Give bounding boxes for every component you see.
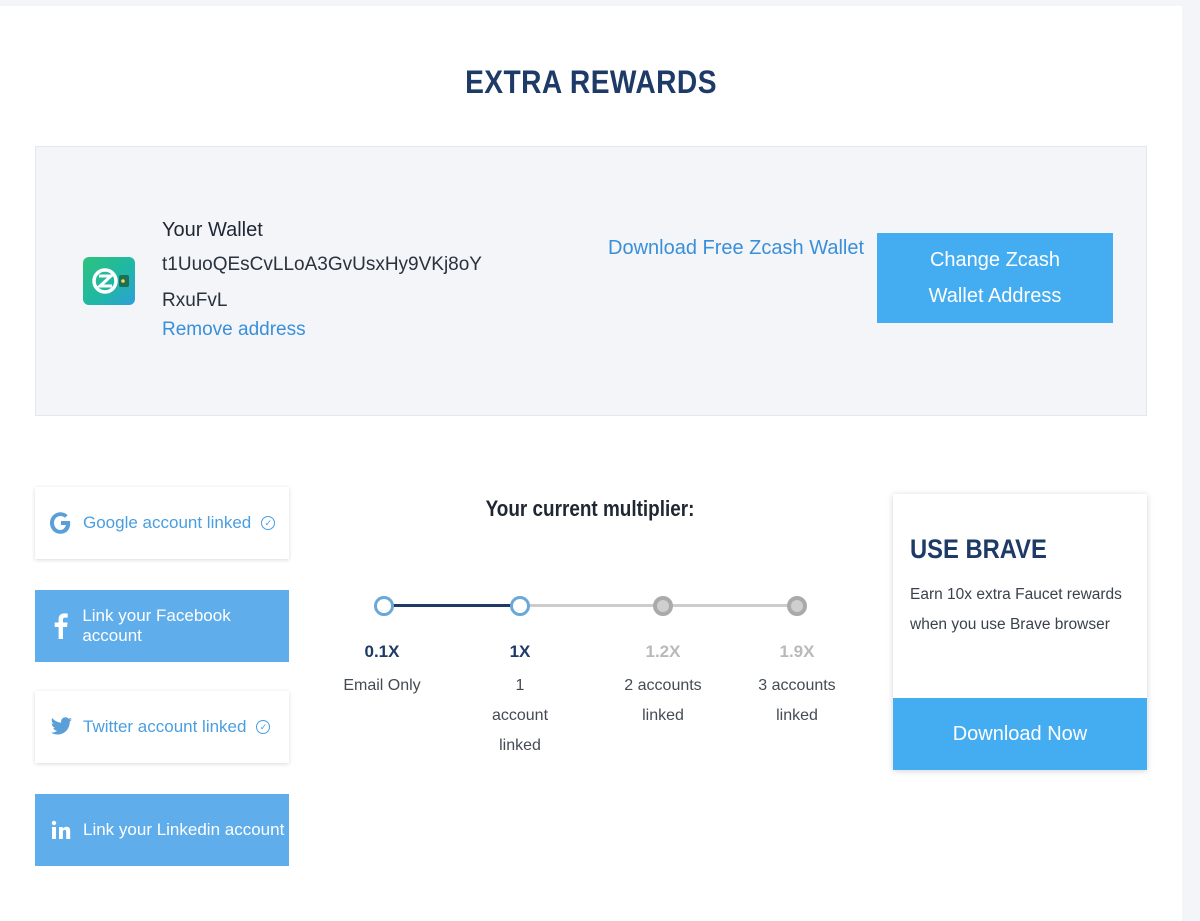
twitter-icon [49, 713, 73, 741]
multiplier-step-dot [510, 596, 530, 616]
zcash-wallet-icon [83, 257, 135, 305]
page-title: EXTRA REWARDS [465, 64, 717, 100]
download-brave-button[interactable]: Download Now [893, 698, 1147, 770]
multiplier-title: Your current multiplier: [485, 496, 695, 521]
multiplier-track-active [392, 604, 512, 607]
wallet-label: Your Wallet [162, 219, 263, 241]
change-wallet-address-label: Change Zcash Wallet Address [928, 249, 1062, 307]
multiplier-step-dot [374, 596, 394, 616]
twitter-linked-button[interactable]: Twitter account linked ✓ [35, 691, 289, 763]
use-brave-card: USE BRAVE Earn 10x extra Faucet rewards … [893, 494, 1147, 770]
google-linked-button[interactable]: Google account linked ✓ [35, 487, 289, 559]
link-linkedin-label: Link your Linkedin account [83, 820, 285, 839]
download-zcash-wallet-link[interactable]: Download Free Zcash Wallet [608, 237, 864, 260]
check-circle-icon: ✓ [256, 720, 271, 734]
multiplier-step-label: 2 accounts linked [624, 677, 702, 724]
google-linked-label: Google account linked [83, 513, 252, 532]
multiplier-step-label: 1 account linked [491, 677, 549, 754]
multiplier-step-label: Email Only [343, 677, 421, 694]
page-container: EXTRA REWARDS Your Wallet t1UuoQEsCvLLoA… [0, 6, 1182, 921]
link-facebook-button[interactable]: Link your Facebook account [35, 590, 289, 662]
brave-title: USE BRAVE [910, 534, 1047, 564]
multiplier-step-label: 3 accounts linked [758, 677, 836, 724]
change-wallet-address-button[interactable]: Change Zcash Wallet Address [877, 233, 1113, 323]
twitter-linked-label: Twitter account linked [83, 717, 247, 736]
link-facebook-label: Link your Facebook account [82, 606, 231, 645]
facebook-icon [49, 612, 72, 640]
multiplier-step-dot [653, 596, 673, 616]
remove-address-link[interactable]: Remove address [162, 319, 306, 341]
link-linkedin-button[interactable]: Link your Linkedin account [35, 794, 289, 866]
multiplier-step-value: 1X [509, 642, 531, 661]
check-circle-icon: ✓ [261, 516, 276, 530]
multiplier-step-value: 0.1X [364, 642, 400, 661]
multiplier-step-dot [787, 596, 807, 616]
google-icon [49, 509, 73, 537]
wallet-address: t1UuoQEsCvLLoA3GvUsxHy9VKj8oYRxuFvL [162, 254, 482, 311]
linkedin-icon [49, 816, 73, 844]
multiplier-step-value: 1.2X [645, 642, 681, 661]
multiplier-step-value: 1.9X [779, 642, 815, 661]
wallet-panel: Your Wallet t1UuoQEsCvLLoA3GvUsxHy9VKj8o… [35, 146, 1147, 416]
brave-description: Earn 10x extra Faucet rewards when you u… [910, 586, 1122, 633]
